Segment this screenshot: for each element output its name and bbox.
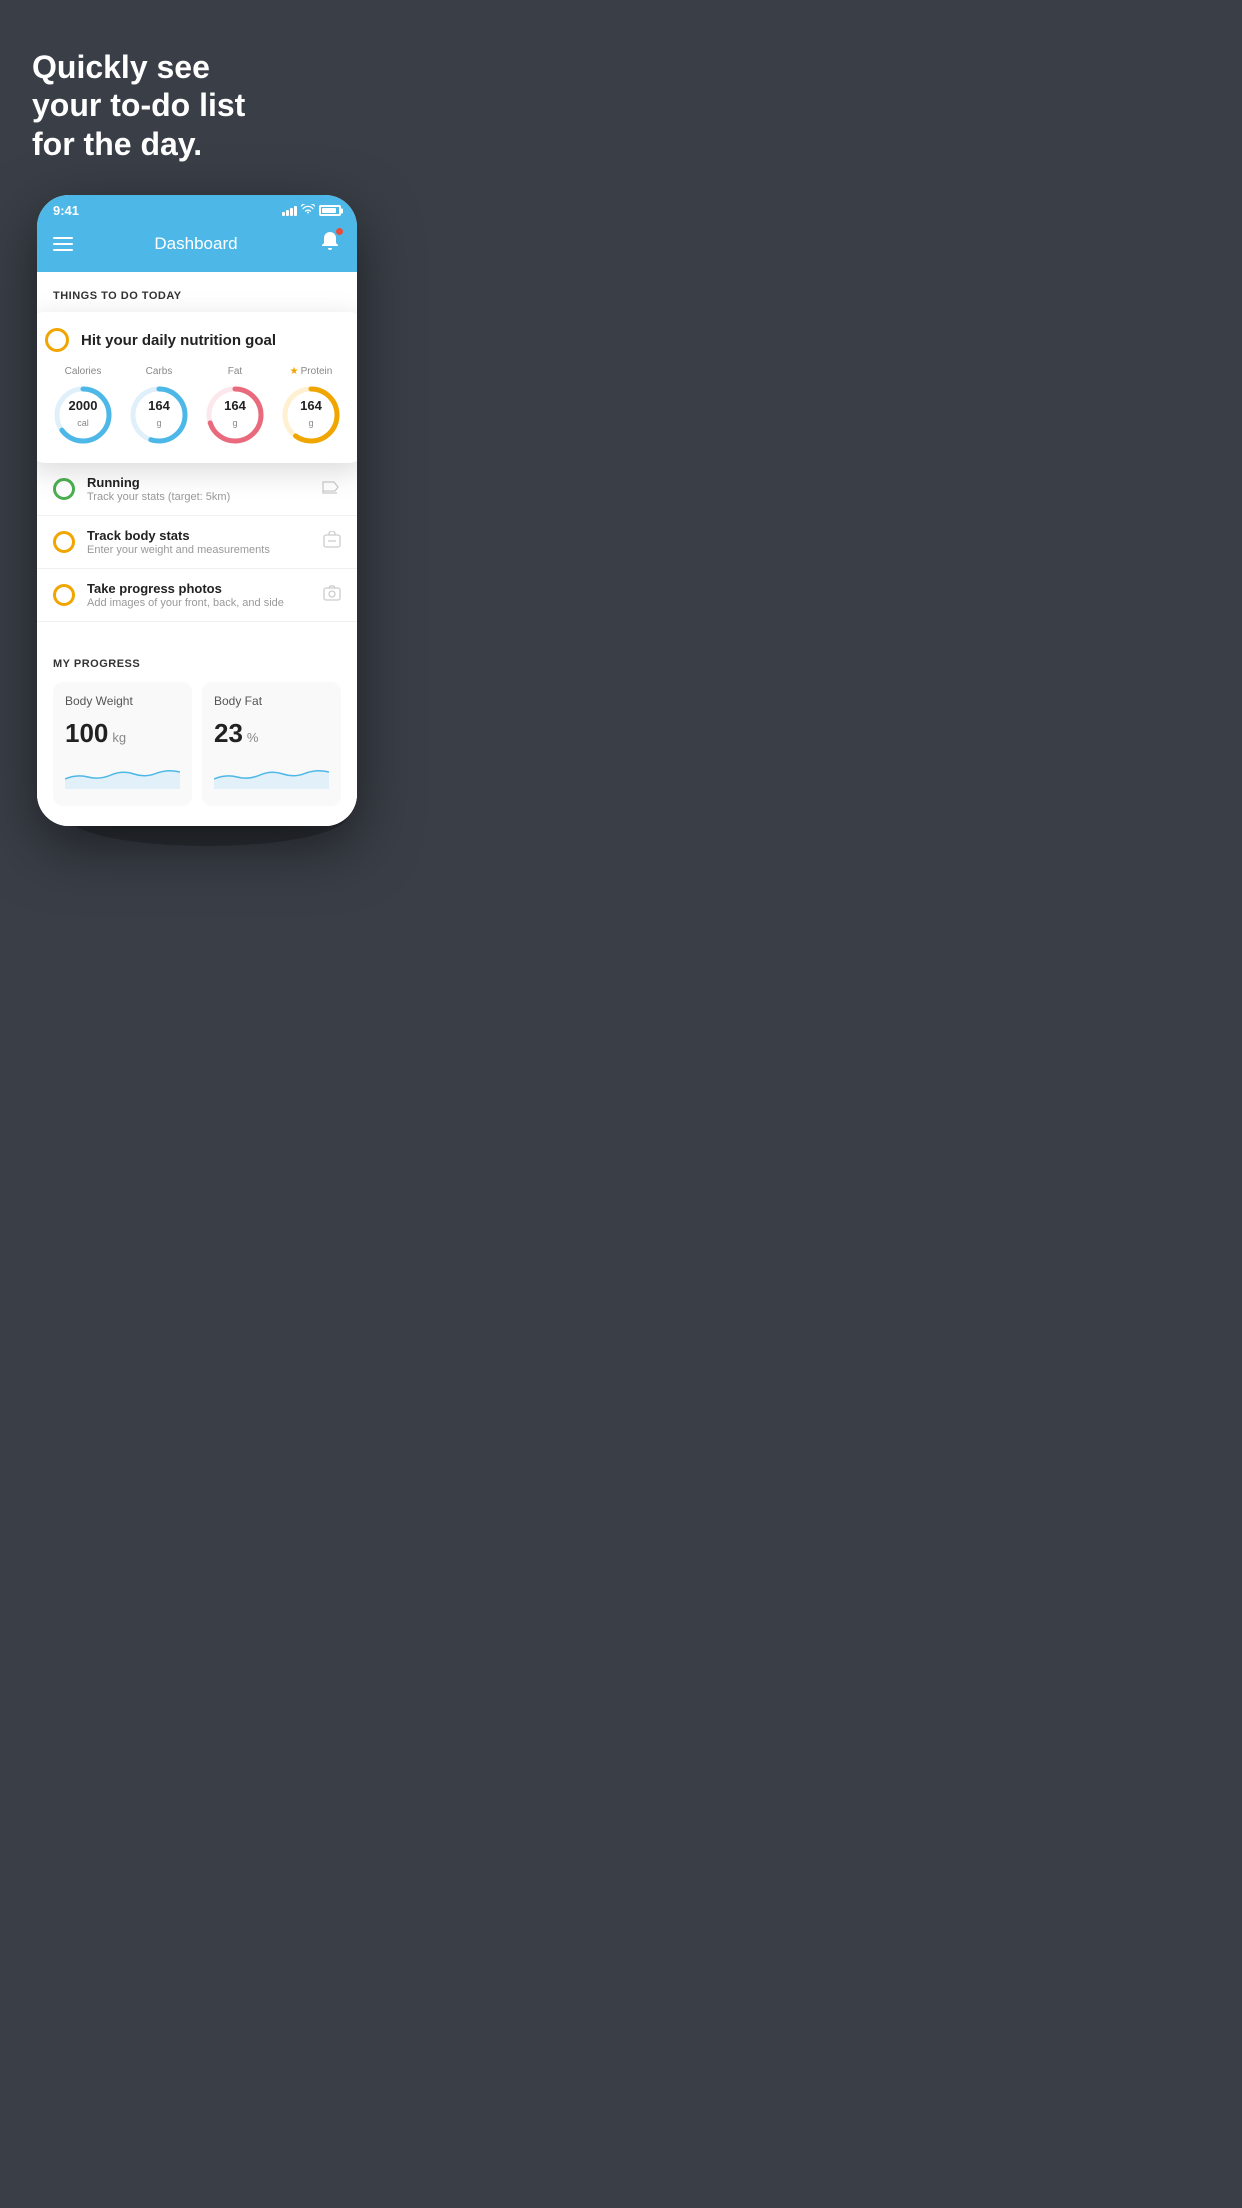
nutrition-card-title: Hit your daily nutrition goal [81, 332, 276, 349]
signal-icon [282, 206, 297, 216]
nutrition-unit: g [156, 418, 161, 428]
todo-action-icon [323, 585, 341, 606]
progress-card-title: Body Fat [214, 694, 329, 708]
todo-name: Running [87, 475, 309, 490]
nutrition-value: 164 [148, 399, 170, 413]
app-header: Dashboard [37, 222, 357, 272]
progress-section: MY PROGRESS Body Weight 100 kg Body Fat … [37, 642, 357, 806]
todo-action-icon [321, 479, 341, 500]
progress-cards: Body Weight 100 kg Body Fat 23 % [53, 682, 341, 806]
todo-item-running[interactable]: Running Track your stats (target: 5km) [37, 463, 357, 516]
nutrition-item-protein: ★Protein 164 g [279, 366, 343, 447]
progress-card-body-weight[interactable]: Body Weight 100 kg [53, 682, 192, 806]
star-icon: ★ [290, 366, 299, 377]
status-icons [282, 204, 341, 218]
hero-section: Quickly see your to-do list for the day. [0, 0, 414, 195]
nutrition-unit: cal [77, 418, 89, 428]
notification-bell-icon[interactable] [319, 230, 341, 258]
nutrition-item-carbs: Carbs 164 g [127, 366, 191, 447]
nutrition-unit: g [232, 418, 237, 428]
nutrition-card[interactable]: Hit your daily nutrition goal Calories 2… [37, 312, 357, 463]
phone-screen: 9:41 [37, 195, 357, 826]
things-section-title: THINGS TO DO TODAY [53, 290, 182, 302]
hamburger-menu[interactable] [53, 237, 73, 251]
nutrition-circle: 2000 cal [51, 383, 115, 447]
status-bar: 9:41 [37, 195, 357, 222]
nutrition-circle: 164 g [127, 383, 191, 447]
header-title: Dashboard [154, 234, 237, 254]
nutrition-label: Fat [228, 366, 242, 377]
status-time: 9:41 [53, 203, 79, 218]
app-content: THINGS TO DO TODAY Hit your daily nutrit… [37, 272, 357, 826]
nutrition-value: 2000 [69, 399, 98, 413]
mini-chart [214, 759, 329, 789]
progress-section-title: MY PROGRESS [53, 658, 341, 670]
todo-item-body-stats[interactable]: Track body stats Enter your weight and m… [37, 516, 357, 569]
progress-value: 100 [65, 718, 108, 749]
todo-name: Take progress photos [87, 581, 311, 596]
nutrition-grid: Calories 2000 cal Carbs 164 g Fat [45, 366, 349, 447]
progress-value: 23 [214, 718, 243, 749]
hero-title: Quickly see your to-do list for the day. [32, 48, 382, 163]
todo-desc: Add images of your front, back, and side [87, 597, 311, 609]
nutrition-value: 164 [300, 399, 322, 413]
mini-chart [65, 759, 180, 789]
nutrition-item-fat: Fat 164 g [203, 366, 267, 447]
phone-mockup: 9:41 [37, 195, 377, 826]
nutrition-unit: g [308, 418, 313, 428]
progress-unit: kg [112, 730, 126, 745]
nutrition-label: Calories [65, 366, 102, 377]
wifi-icon [301, 204, 315, 218]
todo-circle [53, 584, 75, 606]
nutrition-circle: 164 g [279, 383, 343, 447]
todo-desc: Track your stats (target: 5km) [87, 491, 309, 503]
nutrition-value: 164 [224, 399, 246, 413]
nutrition-label: ★Protein [290, 366, 333, 377]
todo-desc: Enter your weight and measurements [87, 544, 311, 556]
todo-item-photos[interactable]: Take progress photos Add images of your … [37, 569, 357, 622]
card-header: Hit your daily nutrition goal [45, 328, 349, 352]
nutrition-todo-circle [45, 328, 69, 352]
battery-icon [319, 205, 341, 216]
nutrition-circle: 164 g [203, 383, 267, 447]
progress-card-title: Body Weight [65, 694, 180, 708]
todo-action-icon [323, 531, 341, 554]
todo-circle [53, 531, 75, 553]
progress-unit: % [247, 730, 259, 745]
things-section-header: THINGS TO DO TODAY [37, 272, 357, 312]
todo-circle [53, 478, 75, 500]
page-wrapper: Quickly see your to-do list for the day.… [0, 0, 414, 866]
nutrition-label: Carbs [146, 366, 173, 377]
todo-name: Track body stats [87, 528, 311, 543]
todo-list: Running Track your stats (target: 5km) T… [37, 463, 357, 622]
progress-card-body-fat[interactable]: Body Fat 23 % [202, 682, 341, 806]
nutrition-item-calories: Calories 2000 cal [51, 366, 115, 447]
